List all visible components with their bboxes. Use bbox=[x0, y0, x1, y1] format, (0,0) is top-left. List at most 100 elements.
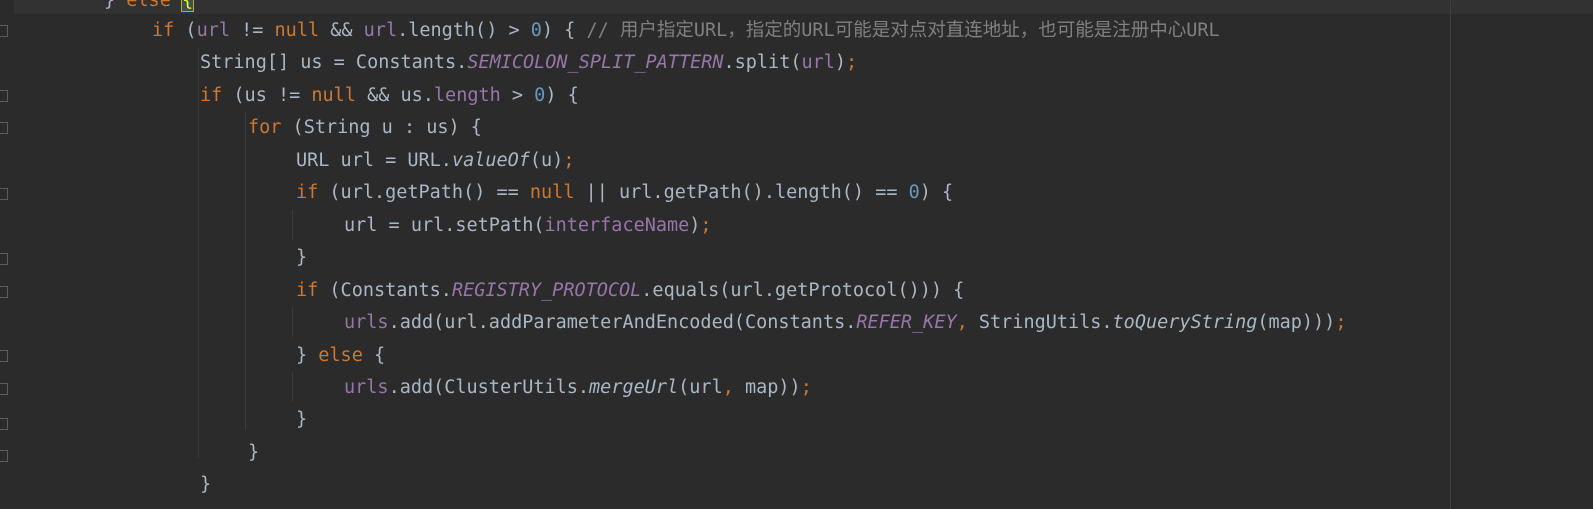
code-line[interactable]: String[] us = Constants.SEMICOLON_SPLIT_… bbox=[200, 47, 857, 79]
code-line[interactable]: URL url = URL.valueOf(u); bbox=[296, 145, 574, 177]
code-line[interactable]: } bbox=[248, 437, 259, 469]
code-token: else bbox=[318, 345, 363, 366]
code-token: ) bbox=[834, 52, 847, 73]
code-line[interactable]: if (us != null && us.length > 0) { bbox=[200, 80, 579, 112]
code-token: for bbox=[248, 117, 282, 138]
code-token: } bbox=[296, 345, 319, 366]
code-token: REFER_KEY bbox=[856, 312, 957, 333]
code-token: 0 bbox=[530, 20, 542, 41]
code-line[interactable]: } bbox=[296, 404, 307, 436]
code-token: if bbox=[296, 280, 319, 301]
code-token: ; bbox=[846, 52, 858, 73]
code-line[interactable]: } bbox=[296, 242, 307, 274]
code-line[interactable]: } bbox=[200, 469, 211, 501]
code-token: .add(url.addParameterAndEncoded(Constant… bbox=[388, 312, 857, 333]
code-token: url bbox=[363, 20, 398, 41]
fold-toggle-icon[interactable] bbox=[0, 188, 8, 200]
code-token: (url bbox=[678, 377, 723, 398]
code-comment: // 用户指定URL，指定的URL可能是对点对直连地址，也可能是注册中心URL bbox=[586, 20, 1220, 41]
code-line[interactable]: for (String u : us) { bbox=[248, 112, 482, 144]
code-token: URL url = URL. bbox=[296, 150, 452, 171]
code-token: else bbox=[126, 0, 171, 11]
code-token: length bbox=[433, 85, 501, 106]
code-token: .length() > bbox=[397, 20, 531, 41]
code-token: || url.getPath().length() == bbox=[574, 182, 909, 203]
fold-toggle-icon[interactable] bbox=[0, 253, 8, 265]
code-token: .split( bbox=[723, 52, 802, 73]
indent-guide bbox=[245, 145, 246, 430]
current-line-highlight bbox=[0, 0, 1593, 14]
code-token: null bbox=[274, 20, 320, 41]
code-token: if bbox=[152, 20, 175, 41]
code-token: , bbox=[956, 312, 979, 333]
code-token: REGISTRY_PROTOCOL bbox=[451, 280, 642, 301]
code-token: } bbox=[296, 247, 308, 268]
code-token: != bbox=[229, 20, 275, 41]
fold-toggle-icon[interactable] bbox=[0, 450, 8, 462]
code-token: (String u : us) { bbox=[281, 117, 482, 138]
code-token: null bbox=[311, 85, 356, 106]
code-token: url bbox=[801, 52, 835, 73]
indent-guide bbox=[292, 210, 293, 240]
code-line[interactable]: urls.add(url.addParameterAndEncoded(Cons… bbox=[344, 307, 1346, 339]
code-token: urls bbox=[344, 312, 389, 333]
code-token: urls bbox=[344, 377, 389, 398]
code-token: } bbox=[296, 409, 308, 430]
code-token: } bbox=[200, 474, 212, 495]
code-token: if bbox=[200, 85, 223, 106]
code-token: ; bbox=[563, 150, 575, 171]
code-token: (u) bbox=[529, 150, 564, 171]
code-token: StringUtils. bbox=[978, 312, 1113, 333]
matched-brace: { bbox=[180, 0, 195, 12]
fold-toggle-icon[interactable] bbox=[0, 286, 8, 298]
code-token: url bbox=[196, 20, 230, 41]
code-token: ; bbox=[700, 215, 712, 236]
code-editor[interactable]: } else {if (url != null && url.length() … bbox=[0, 0, 1593, 509]
code-line[interactable]: if (url.getPath() == null || url.getPath… bbox=[296, 177, 953, 209]
indent-guide bbox=[198, 48, 199, 458]
indent-guide bbox=[292, 307, 293, 337]
code-token: ; bbox=[800, 377, 812, 398]
code-line[interactable]: } else { bbox=[296, 340, 385, 372]
code-token: ( bbox=[174, 20, 197, 41]
code-token: && us. bbox=[355, 85, 434, 106]
code-token: (url.getPath() == bbox=[318, 182, 530, 203]
code-token: mergeUrl bbox=[589, 377, 679, 398]
code-token: .equals(url.getProtocol())) { bbox=[641, 280, 965, 301]
code-token: 0 bbox=[534, 85, 546, 106]
code-token: .add(ClusterUtils. bbox=[388, 377, 590, 398]
fold-toggle-icon[interactable] bbox=[0, 25, 8, 37]
code-token: } bbox=[104, 0, 127, 11]
code-token: { bbox=[362, 345, 386, 366]
code-token: (us != bbox=[222, 85, 312, 106]
fold-toggle-icon[interactable] bbox=[0, 90, 8, 102]
code-token: ) bbox=[689, 215, 701, 236]
fold-toggle-icon[interactable] bbox=[0, 418, 8, 430]
fold-toggle-icon[interactable] bbox=[0, 122, 8, 134]
code-token: ) { bbox=[545, 85, 579, 106]
code-token: map)) bbox=[745, 377, 801, 398]
fold-toggle-icon[interactable] bbox=[0, 383, 8, 395]
code-line[interactable]: url = url.setPath(interfaceName); bbox=[344, 210, 712, 242]
code-token: (map))) bbox=[1257, 312, 1336, 333]
fold-toggle-icon[interactable] bbox=[0, 350, 8, 362]
right-margin-guide bbox=[1450, 0, 1451, 509]
code-token: > bbox=[500, 85, 535, 106]
code-token: url = url.setPath( bbox=[344, 215, 545, 236]
code-token: SEMICOLON_SPLIT_PATTERN bbox=[467, 52, 724, 73]
code-token: String[] us = Constants. bbox=[200, 52, 468, 73]
code-line[interactable]: urls.add(ClusterUtils.mergeUrl(url, map)… bbox=[344, 372, 812, 404]
code-token: ) { bbox=[541, 20, 587, 41]
code-token: 0 bbox=[908, 182, 920, 203]
code-token: if bbox=[296, 182, 319, 203]
code-line[interactable]: if (Constants.REGISTRY_PROTOCOL.equals(u… bbox=[296, 275, 964, 307]
code-token: ) { bbox=[919, 182, 954, 203]
indent-guide bbox=[292, 372, 293, 402]
code-token: (Constants. bbox=[318, 280, 452, 301]
code-line[interactable]: if (url != null && url.length() > 0) { /… bbox=[152, 15, 1220, 47]
code-token: toQueryString bbox=[1112, 312, 1258, 333]
code-token: && bbox=[319, 20, 364, 41]
code-token: valueOf bbox=[451, 150, 530, 171]
code-token: ; bbox=[1335, 312, 1347, 333]
